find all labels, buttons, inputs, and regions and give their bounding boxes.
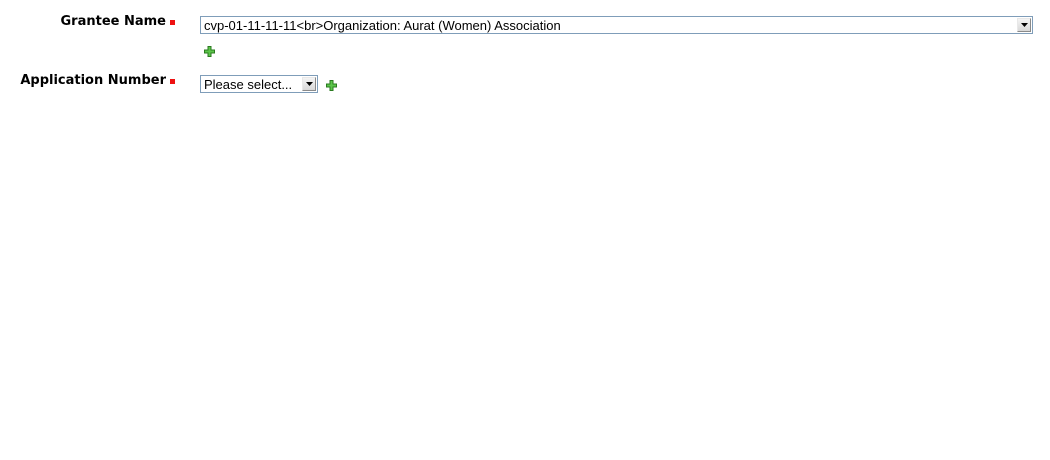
required-marker <box>170 79 175 84</box>
required-marker <box>170 20 175 25</box>
application-number-label: Application Number <box>20 73 166 88</box>
dropdown-arrow-icon[interactable] <box>302 77 316 91</box>
application-number-select[interactable]: Please select... <box>200 75 318 93</box>
grantee-name-select[interactable]: cvp-01-11-11-11<br>Organization: Aurat (… <box>200 16 1033 34</box>
grantee-name-selected-value: cvp-01-11-11-11<br>Organization: Aurat (… <box>204 18 561 33</box>
add-application-plus-icon[interactable] <box>326 76 337 91</box>
dropdown-arrow-icon[interactable] <box>1017 18 1031 32</box>
application-number-selected-value: Please select... <box>204 77 293 92</box>
grantee-name-label: Grantee Name <box>60 14 167 29</box>
add-grantee-plus-icon[interactable] <box>204 42 215 57</box>
